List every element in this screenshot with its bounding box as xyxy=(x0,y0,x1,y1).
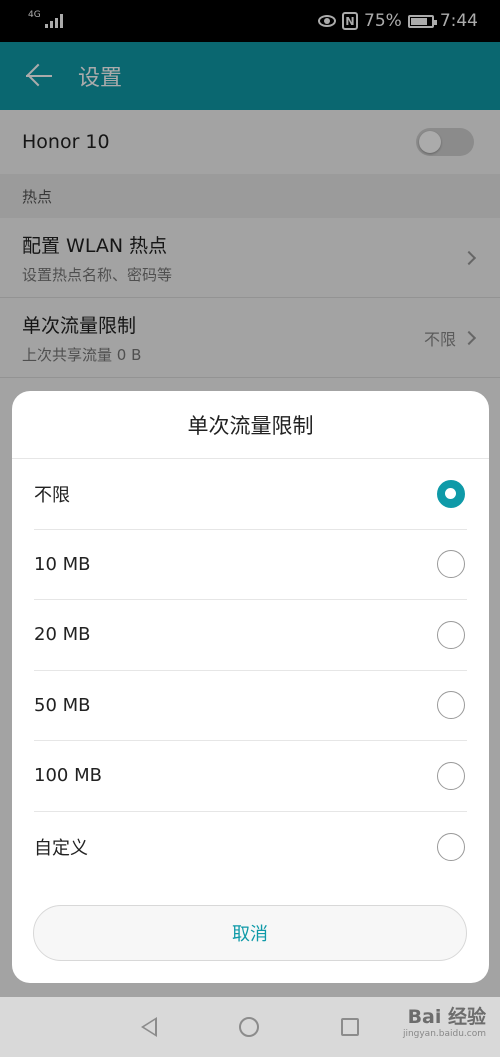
option-label: 100 MB xyxy=(34,765,102,787)
dialog-title: 单次流量限制 xyxy=(12,391,489,459)
option-label: 20 MB xyxy=(34,624,91,646)
option-100mb[interactable]: 100 MB xyxy=(34,741,467,812)
radio-checked-icon[interactable] xyxy=(437,479,465,508)
option-list: 不限 10 MB 20 MB 50 MB 100 MB 自定义 xyxy=(12,459,489,882)
nav-back-icon[interactable] xyxy=(141,1017,157,1037)
radio-unchecked-icon[interactable] xyxy=(437,832,465,861)
radio-unchecked-icon[interactable] xyxy=(437,620,465,649)
option-unlimited[interactable]: 不限 xyxy=(34,459,467,530)
option-label: 不限 xyxy=(34,484,70,506)
watermark-text: Bai 经验 xyxy=(407,1006,486,1028)
option-20mb[interactable]: 20 MB xyxy=(34,600,467,671)
nav-home-icon[interactable] xyxy=(239,1017,259,1037)
option-label: 50 MB xyxy=(34,694,91,716)
option-label: 10 MB xyxy=(34,553,91,575)
option-custom[interactable]: 自定义 xyxy=(34,812,467,883)
option-50mb[interactable]: 50 MB xyxy=(34,671,467,741)
option-label: 自定义 xyxy=(34,837,88,859)
radio-unchecked-icon[interactable] xyxy=(437,761,465,790)
radio-unchecked-icon[interactable] xyxy=(437,550,465,579)
cancel-button[interactable]: 取消 xyxy=(33,905,467,961)
watermark-url: jingyan.baidu.com xyxy=(402,1029,486,1039)
option-10mb[interactable]: 10 MB xyxy=(34,530,467,600)
data-limit-dialog: 单次流量限制 不限 10 MB 20 MB 50 MB 100 MB 自定义 取… xyxy=(12,391,489,983)
nav-recents-icon[interactable] xyxy=(341,1018,359,1036)
radio-unchecked-icon[interactable] xyxy=(437,691,465,720)
watermark-logo: Bai 经验 jingyan.baidu.com xyxy=(403,1002,486,1039)
